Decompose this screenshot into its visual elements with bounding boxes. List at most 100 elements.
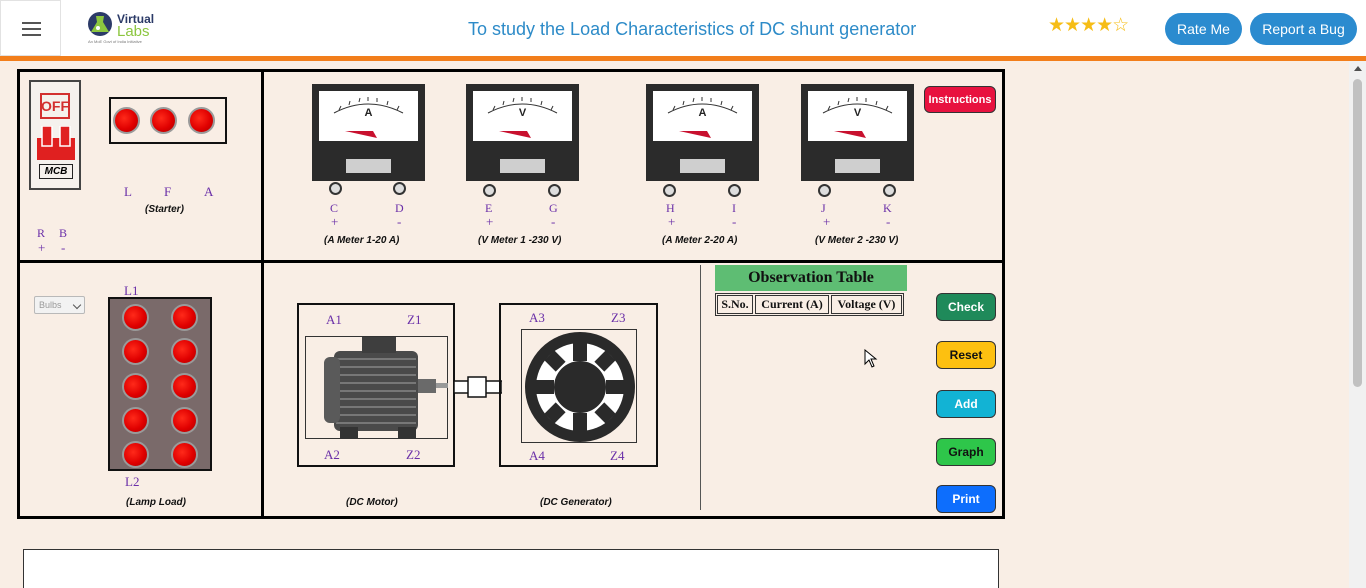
scroll-up-arrow-icon[interactable] [1354,66,1362,71]
bulbs-select[interactable]: Bulbs [34,296,85,314]
report-bug-button[interactable]: Report a Bug [1250,13,1357,45]
header-accent-bar [0,56,1366,61]
rating-stars[interactable]: ★★★★☆ [1048,14,1129,36]
ammeter-1: A [312,84,425,181]
meter-face: V [808,91,907,141]
terminal-z3[interactable]: Z3 [611,310,625,326]
reset-button[interactable]: Reset [936,341,996,369]
voltmeter-1-label: (V Meter 1 -230 V) [478,235,562,246]
terminal-h-knob[interactable] [663,184,676,197]
load-lamp [122,441,149,468]
mcb-switch[interactable]: OFF MCB [29,80,81,190]
starter-lamp [188,107,215,134]
instructions-button[interactable]: Instructions [924,86,996,113]
terminal-i-sign: - [732,214,737,229]
page-scrollbar[interactable] [1349,61,1366,588]
check-button[interactable]: Check [936,293,996,321]
virtual-labs-logo[interactable]: Virtual Labs An MoE Govt of India Initia… [84,8,154,48]
dc-generator-label: (DC Generator) [540,497,612,508]
terminal-a3[interactable]: A3 [529,310,545,326]
flask-icon [88,12,112,36]
motor-image-frame [305,336,448,439]
terminal-j-knob[interactable] [818,184,831,197]
starter-terminal-f[interactable]: F [164,184,171,200]
mcb-toggle-icon[interactable] [37,126,75,160]
top-navbar: Virtual Labs An MoE Govt of India Initia… [0,0,1366,56]
menu-icon-line [22,34,41,36]
mcb-label: MCB [39,164,73,179]
observation-table-title: Observation Table [715,265,907,291]
starter-terminal-a[interactable]: A [204,184,213,200]
meter-face: V [473,91,572,141]
terminal-k-sign: - [886,214,891,229]
load-lamp [122,407,149,434]
terminal-r-sign: + [38,240,46,255]
terminal-r[interactable]: R [37,226,45,241]
meter-face: A [653,91,752,141]
load-lamp [122,304,149,331]
terminal-e-knob[interactable] [483,184,496,197]
ammeter-1-label: (A Meter 1-20 A) [324,235,400,246]
terminal-l2[interactable]: L2 [125,474,139,490]
terminal-d-sign: - [397,214,402,229]
column-header-current: Current (A) [755,295,829,314]
motor-icon [324,337,448,439]
page-title: To study the Load Characteristics of DC … [468,19,917,39]
meter-base [346,159,391,173]
voltmeter-1: V [466,84,579,181]
terminal-d-knob[interactable] [393,182,406,195]
terminal-c-sign: + [331,214,339,229]
load-lamp [122,338,149,365]
mouse-cursor-icon [864,349,878,368]
meter-base [500,159,545,173]
terminal-z4[interactable]: Z4 [610,448,624,464]
mcb-off-indicator: OFF [40,93,70,119]
terminal-z2[interactable]: Z2 [406,447,420,463]
terminal-g-sign: - [551,214,556,229]
meter-unit: A [364,107,373,119]
terminal-i-knob[interactable] [728,184,741,197]
chevron-down-icon [72,300,82,310]
load-lamp [171,441,198,468]
terminal-a2[interactable]: A2 [324,447,340,463]
starter-lamp [113,107,140,134]
voltmeter-2: V [801,84,914,181]
generator-image-frame [521,329,637,443]
starter-label: (Starter) [145,204,184,215]
terminal-k-knob[interactable] [883,184,896,197]
starter-terminal-l[interactable]: L [124,184,132,200]
column-header-voltage: Voltage (V) [831,295,902,314]
terminal-c-knob[interactable] [329,182,342,195]
menu-icon-line [22,28,41,30]
meter-unit: A [698,107,707,119]
starter-box[interactable] [109,97,227,144]
lamp-bank[interactable] [108,297,212,471]
column-header-sno: S.No. [717,295,753,314]
terminal-a1[interactable]: A1 [326,312,342,328]
dc-generator[interactable] [499,303,658,467]
dc-motor[interactable] [297,303,455,467]
terminal-h-sign: + [668,214,676,229]
terminal-g-knob[interactable] [548,184,561,197]
observation-table: S.No. Current (A) Voltage (V) [715,293,904,316]
observation-divider [700,265,701,510]
meter-base [680,159,725,173]
terminal-e-sign: + [486,214,494,229]
scroll-thumb[interactable] [1353,79,1362,387]
hamburger-menu-button[interactable] [0,0,61,56]
terminal-z1[interactable]: Z1 [407,312,421,328]
meter-unit: V [853,107,862,119]
load-lamp [171,304,198,331]
terminal-a4[interactable]: A4 [529,448,545,464]
generator-stator-icon [525,332,635,442]
shaft-coupling-icon [454,376,502,398]
graph-button[interactable]: Graph [936,438,996,466]
graph-output-area [23,549,999,588]
terminal-b[interactable]: B [59,226,67,241]
voltmeter-2-label: (V Meter 2 -230 V) [815,235,899,246]
add-button[interactable]: Add [936,390,996,418]
logo-tagline: An MoE Govt of India Initiative [88,39,142,44]
rate-me-button[interactable]: Rate Me [1165,13,1242,45]
print-button[interactable]: Print [936,485,996,513]
load-lamp [171,407,198,434]
